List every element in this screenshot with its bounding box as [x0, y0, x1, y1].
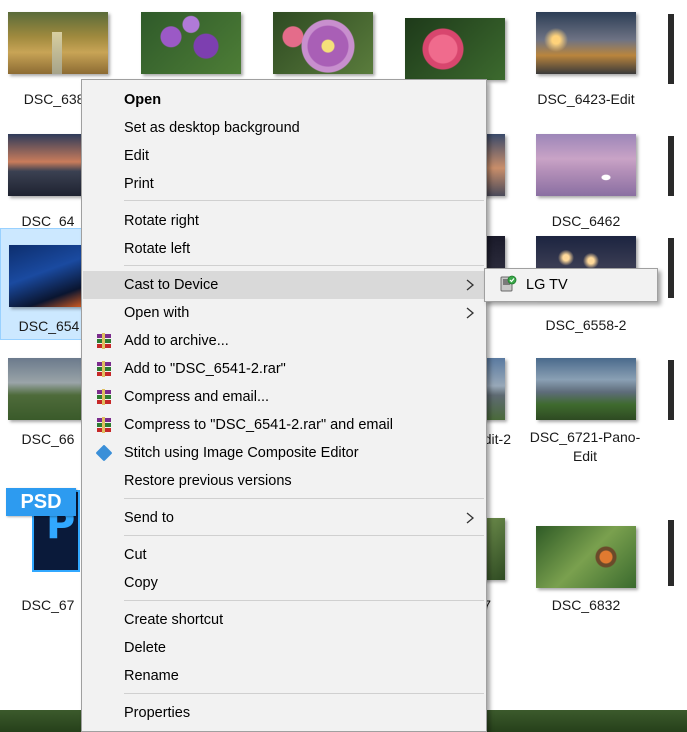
menu-item-rotate-left[interactable]: Rotate left — [83, 235, 485, 263]
menu-item-cut[interactable]: Cut — [83, 541, 485, 569]
menu-item-copy[interactable]: Copy — [83, 569, 485, 597]
winrar-icon — [96, 389, 112, 405]
menu-item-print[interactable]: Print — [83, 170, 485, 198]
cast-to-device-submenu: LG TV — [484, 268, 658, 302]
partial-thumbnail — [668, 136, 674, 196]
menu-item-stitch-image-composite-editor[interactable]: Stitch using Image Composite Editor — [83, 439, 485, 467]
thumbnail — [536, 134, 636, 196]
thumbnail — [141, 12, 241, 74]
menu-separator — [124, 498, 484, 499]
menu-item-create-shortcut[interactable]: Create shortcut — [83, 606, 485, 634]
menu-item-add-to-rar[interactable]: Add to "DSC_6541-2.rar" — [83, 355, 485, 383]
file-tile[interactable]: DSC_6423-Edit — [528, 4, 644, 112]
file-name: DSC_6721-Pano-Edit — [529, 429, 641, 464]
menu-separator — [124, 693, 484, 694]
file-tile[interactable]: DSC_6832 — [528, 518, 644, 626]
menu-item-properties[interactable]: Properties — [83, 699, 485, 727]
file-name: DSC_6423-Edit — [537, 91, 635, 107]
winrar-icon — [96, 333, 112, 349]
thumbnail — [273, 12, 373, 74]
menu-item-send-to[interactable]: Send to — [83, 504, 485, 532]
thumbnail — [8, 12, 108, 74]
menu-separator — [124, 535, 484, 536]
menu-item-compress-and-email[interactable]: Compress and email... — [83, 383, 485, 411]
menu-item-rotate-right[interactable]: Rotate right — [83, 207, 485, 235]
file-tile[interactable]: DSC_6462 — [528, 126, 644, 234]
thumbnail — [536, 12, 636, 74]
winrar-icon — [96, 417, 112, 433]
partial-thumbnail — [668, 360, 674, 420]
chevron-right-icon — [466, 279, 475, 291]
thumbnail — [405, 18, 505, 80]
chevron-right-icon — [466, 512, 475, 524]
chevron-right-icon — [466, 307, 475, 319]
context-menu: Open Set as desktop background Edit Prin… — [81, 79, 487, 732]
menu-item-delete[interactable]: Delete — [83, 634, 485, 662]
file-name: DSC_6558-2 — [545, 317, 627, 333]
file-name: DSC_6832 — [551, 597, 621, 613]
file-tile-selected[interactable]: DSC_654 — [0, 228, 109, 340]
menu-separator — [124, 265, 484, 266]
thumbnail — [536, 358, 636, 420]
ice-icon — [95, 444, 113, 462]
psd-badge: PSD — [6, 488, 76, 516]
menu-item-add-to-archive[interactable]: Add to archive... — [83, 327, 485, 355]
menu-item-cast-to-device[interactable]: Cast to Device — [83, 271, 485, 299]
winrar-icon — [96, 361, 112, 377]
partial-thumbnail — [668, 238, 674, 298]
menu-separator — [124, 600, 484, 601]
menu-item-rename[interactable]: Rename — [83, 662, 485, 690]
tv-device-icon — [500, 275, 517, 292]
menu-item-set-desktop-background[interactable]: Set as desktop background — [83, 114, 485, 142]
menu-item-open[interactable]: Open — [83, 86, 485, 114]
menu-item-open-with[interactable]: Open with — [83, 299, 485, 327]
file-tile[interactable]: DSC_6721-Pano-Edit — [528, 350, 644, 464]
thumbnail — [536, 526, 636, 588]
submenu-item-lg-tv[interactable]: LG TV — [486, 271, 656, 299]
menu-item-edit[interactable]: Edit — [83, 142, 485, 170]
menu-item-restore-previous-versions[interactable]: Restore previous versions — [83, 467, 485, 495]
menu-separator — [124, 200, 484, 201]
menu-item-compress-to-rar-and-email[interactable]: Compress to "DSC_6541-2.rar" and email — [83, 411, 485, 439]
partial-thumbnail — [668, 520, 674, 586]
partial-thumbnail — [668, 14, 674, 84]
